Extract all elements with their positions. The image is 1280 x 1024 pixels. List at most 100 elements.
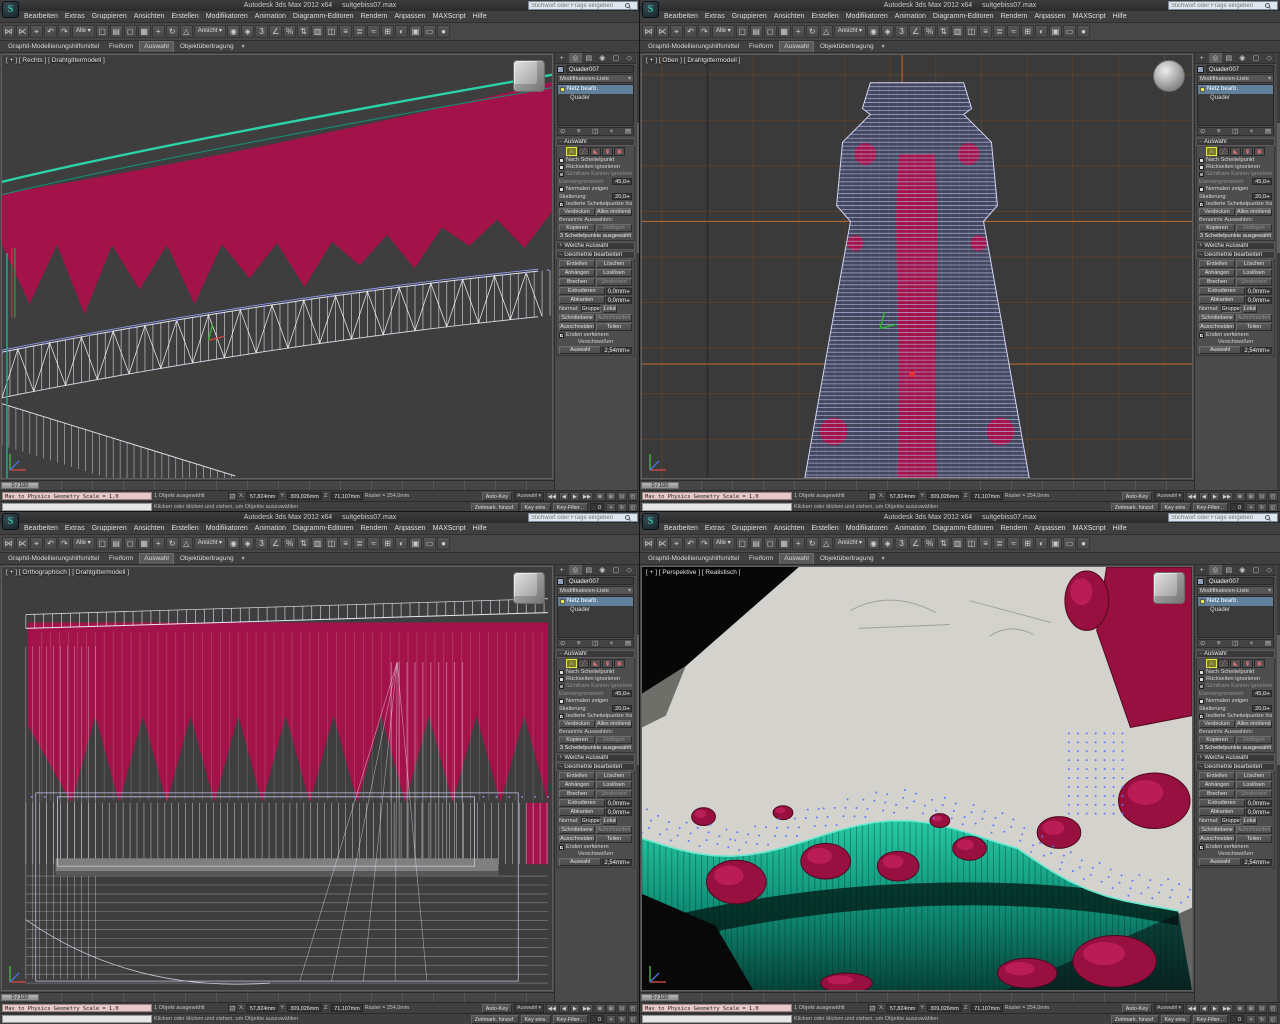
lokal-toggle[interactable]: Lokal (1243, 817, 1258, 825)
key-filter-button[interactable]: Key-Filter... (553, 1015, 588, 1024)
title-bar[interactable]: S Autodesk 3ds Max 2012 x64 suitgebiss07… (640, 0, 1280, 11)
edit-named-selections-icon[interactable]: ▥ (311, 25, 324, 38)
extrudieren-button[interactable]: Extrudieren (559, 287, 605, 295)
ribbon-tab-auswahl[interactable]: Auswahl (779, 41, 814, 52)
play-animation-icon[interactable]: ▶ (1210, 492, 1220, 501)
schnittebene-button[interactable]: Schnittebene (559, 314, 595, 322)
menu-item[interactable]: Diagramm-Editoren (293, 13, 354, 20)
menu-item[interactable]: Animation (255, 13, 286, 20)
current-frame-field[interactable]: 0 (590, 503, 604, 511)
x-coordinate-field[interactable]: 57,824mm (246, 492, 278, 500)
sichtbare-kanten-checkbox[interactable] (1199, 172, 1204, 177)
mirror-icon[interactable]: ◫ (965, 537, 978, 550)
extrudieren-spinner[interactable]: 0,0mm (1246, 800, 1272, 807)
normalen-zeigen-checkbox[interactable] (1199, 699, 1204, 704)
alles-einblenden-button[interactable]: Alles einblenden (596, 208, 632, 216)
display-tab-icon[interactable]: ▢ (1249, 565, 1263, 575)
material-editor-icon[interactable]: ◐ (1035, 25, 1048, 38)
normalen-zeigen-checkbox[interactable] (1199, 187, 1204, 192)
umdrehen-button[interactable]: Umdrehen (1236, 278, 1272, 286)
anhaengen-button[interactable]: Anhängen (559, 269, 595, 277)
undo-icon[interactable]: ↶ (684, 537, 697, 550)
y-coordinate-field[interactable]: 309,026mm (927, 1004, 961, 1012)
add-time-tag-button[interactable]: Zeitmark. hinzuf. (471, 1015, 519, 1024)
erstellen-button[interactable]: Erstellen (559, 260, 595, 268)
pin-stack-icon[interactable]: ⊙ (560, 640, 565, 648)
ribbon-tab-freiform[interactable]: Freiform (745, 42, 777, 52)
ribbon-tab-graphit[interactable]: Graphit-Modellierungshilfsmittel (644, 554, 743, 564)
utilities-tab-icon[interactable]: ◇ (1263, 565, 1277, 575)
schnittebene-button[interactable]: Schnittebene (1199, 314, 1235, 322)
object-name-field[interactable]: Quader007 (1206, 65, 1274, 73)
modify-tab-icon[interactable]: ◎ (1209, 565, 1223, 575)
menu-item[interactable]: MAXScript (1073, 525, 1106, 532)
extrudieren-spinner[interactable]: 0,0mm (1246, 288, 1272, 295)
spinner-snap-icon[interactable]: ⇅ (297, 537, 310, 550)
orbit-icon[interactable]: ↻ (617, 1015, 627, 1024)
mirror-icon[interactable]: ◫ (325, 537, 338, 550)
ribbon-tab-objektuebertragung[interactable]: Objektübertragung (816, 42, 878, 52)
aufschneiden-button[interactable]: Aufschneiden (596, 314, 632, 322)
utilities-tab-icon[interactable]: ◇ (623, 53, 637, 63)
polygon-icon[interactable]: ▮ (602, 147, 613, 156)
pin-stack-icon[interactable]: ⊙ (1200, 640, 1205, 648)
go-to-start-icon[interactable]: ◀◀ (1186, 1004, 1198, 1013)
gruppe-toggle[interactable]: Gruppe (1221, 817, 1241, 825)
schematic-view-icon[interactable]: ⊞ (381, 537, 394, 550)
vertex-icon[interactable]: ∴ (566, 147, 577, 156)
orbit-icon[interactable]: ↻ (1257, 1015, 1267, 1024)
select-by-name-icon[interactable]: ▤ (110, 25, 123, 38)
spinner-snap-icon[interactable]: ⇅ (297, 25, 310, 38)
anhaengen-button[interactable]: Anhängen (559, 781, 595, 789)
maximize-viewport-toggle-icon[interactable]: ◱ (628, 1015, 638, 1024)
z-coordinate-field[interactable]: 71,107mm (331, 492, 363, 500)
erstellen-button[interactable]: Erstellen (559, 772, 595, 780)
hierarchy-tab-icon[interactable]: ▤ (582, 565, 596, 575)
nach-scheitelpunkt-checkbox[interactable] (559, 670, 564, 675)
search-icon[interactable] (625, 515, 630, 520)
angle-snap-icon[interactable]: ∠ (269, 25, 282, 38)
isolierte-scheitelpunkte-checkbox[interactable] (1199, 202, 1204, 207)
configure-modifier-icon[interactable]: ▤ (625, 128, 631, 136)
umdrehen-button[interactable]: Umdrehen (596, 790, 632, 798)
enden-verfeinern-checkbox[interactable] (559, 845, 564, 850)
extrudieren-spinner[interactable]: 0,0mm (606, 800, 632, 807)
pan-icon[interactable]: + (606, 1015, 616, 1024)
time-slider-handle[interactable]: 0 / 100 (1, 482, 39, 489)
align-icon[interactable]: ≡ (339, 25, 352, 38)
enden-verfeinern-checkbox[interactable] (559, 333, 564, 338)
create-tab-icon[interactable]: + (1195, 565, 1209, 575)
undo-icon[interactable]: ↶ (44, 537, 57, 550)
menu-item[interactable]: Extras (705, 13, 725, 20)
select-and-move-icon[interactable]: + (792, 25, 805, 38)
y-coordinate-field[interactable]: 309,026mm (287, 492, 321, 500)
ribbon-tab-freiform[interactable]: Freiform (105, 554, 137, 564)
add-time-tag-button[interactable]: Zeitmark. hinzuf. (471, 503, 519, 512)
menu-item[interactable]: MAXScript (1073, 13, 1106, 20)
display-tab-icon[interactable]: ▢ (609, 53, 623, 63)
edit-named-selections-icon[interactable]: ▥ (951, 25, 964, 38)
abkanten-spinner[interactable]: 0,0mm (606, 809, 632, 816)
snap-toggle-icon[interactable]: 3 (895, 25, 908, 38)
reference-coordinate-dropdown[interactable]: Ansicht ▾ (194, 25, 226, 38)
viewport[interactable]: [ + ] [ Rechts ] [ Drahtgittermodell ] (1, 54, 553, 479)
go-to-start-icon[interactable]: ◀◀ (1186, 492, 1198, 501)
search-icon[interactable] (1265, 515, 1270, 520)
maximize-viewport-toggle-icon[interactable]: ◱ (1268, 1015, 1278, 1024)
menu-item[interactable]: Diagramm-Editoren (933, 525, 994, 532)
layer-manager-icon[interactable]: ≣ (353, 25, 366, 38)
ribbon-tab-auswahl[interactable]: Auswahl (139, 553, 174, 564)
rueckseiten-ignorieren-checkbox[interactable] (1199, 165, 1204, 170)
edge-icon[interactable]: ╱ (1218, 659, 1229, 668)
help-search-input[interactable] (529, 2, 625, 10)
menu-item[interactable]: Ansichten (134, 13, 165, 20)
select-object-icon[interactable]: ▢ (736, 25, 749, 38)
utilities-tab-icon[interactable]: ◇ (1263, 53, 1277, 63)
skalierung-spinner[interactable]: 20,0 (1252, 193, 1272, 200)
angle-snap-icon[interactable]: ∠ (909, 537, 922, 550)
menu-item[interactable]: Hilfe (473, 13, 487, 20)
verdecken-button[interactable]: Verdecken (1199, 208, 1235, 216)
motion-tab-icon[interactable]: ◉ (596, 53, 610, 63)
lokal-toggle[interactable]: Lokal (603, 817, 618, 825)
selection-filter-dropdown[interactable]: Alle ▾ (712, 25, 735, 38)
